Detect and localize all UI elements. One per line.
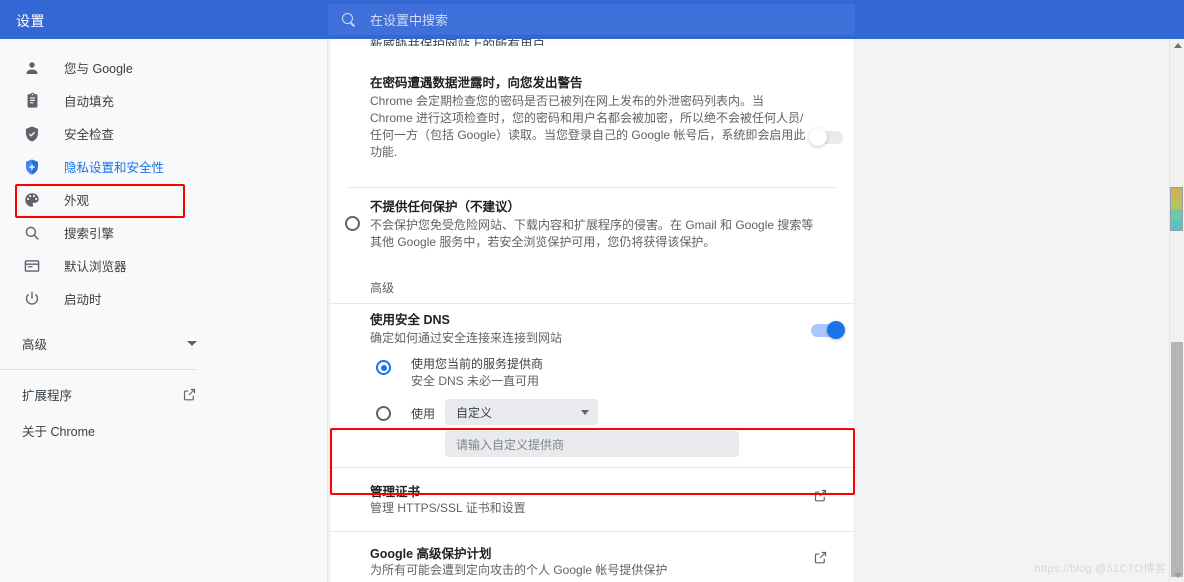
custom-provider-radio[interactable] (376, 406, 391, 421)
sidebar-item-search-engine[interactable]: 搜索引擎 (0, 216, 327, 249)
scroll-up-arrow-icon[interactable] (1174, 43, 1182, 48)
secure-dns-title: 使用安全 DNS (370, 313, 450, 327)
manage-certificates-desc: 管理 HTTPS/SSL 证书和设置 (370, 501, 526, 515)
sidebar-advanced-label: 高级 (22, 337, 48, 352)
search-icon (22, 223, 42, 243)
settings-card: 新威胁并保护网站上的所有用户。 在密码遭遇数据泄露时，向您发出警告 Chrome… (330, 39, 854, 582)
sidebar-item-default-browser[interactable]: 默认浏览器 (0, 249, 327, 282)
current-provider-radio[interactable] (376, 360, 391, 375)
shield-blue-icon (22, 157, 42, 177)
secure-dns-desc: 确定如何通过安全连接来连接到网站 (370, 331, 563, 345)
sidebar-item-label: 您与 Google (64, 62, 133, 76)
main-content: 新威胁并保护网站上的所有用户。 在密码遭遇数据泄露时，向您发出警告 Chrome… (328, 39, 1184, 582)
scrollbar-thumb[interactable] (1171, 342, 1183, 577)
divider (348, 187, 836, 188)
sidebar-item-on-startup[interactable]: 启动时 (0, 282, 327, 315)
sidebar-item-label: 搜索引擎 (64, 227, 115, 241)
manage-certificates-title: 管理证书 (370, 485, 421, 499)
external-link-icon[interactable] (813, 550, 828, 565)
no-protection-radio[interactable] (345, 216, 360, 231)
password-leak-toggle[interactable] (809, 128, 843, 146)
sidebar-nav: 您与 Google 自动填充 安全检查 隐私设置和安全性 外观 搜索引擎 默认浏… (0, 39, 327, 448)
sidebar-item-privacy-and-security[interactable]: 隐私设置和安全性 (0, 150, 327, 183)
person-icon (22, 58, 42, 78)
sidebar-item-label: 隐私设置和安全性 (64, 161, 165, 175)
chevron-down-icon (581, 409, 589, 415)
clipped-text: 新威胁并保护网站上的所有用户。 (370, 39, 558, 46)
password-leak-title: 在密码遭遇数据泄露时，向您发出警告 (370, 76, 583, 90)
sidebar-item-label: 自动填充 (64, 95, 115, 109)
current-provider-label: 使用您当前的服务提供商 (411, 357, 544, 371)
watermark: https://blog.@51CTO博客 (1034, 563, 1166, 575)
chevron-down-icon (187, 340, 197, 346)
window-scrollbar[interactable] (1169, 39, 1184, 582)
password-leak-desc: Chrome 会定期检查您的密码是否已被列在网上发布的外泄密码列表内。当 Chr… (370, 94, 806, 159)
search-input[interactable]: 在设置中搜索 (328, 4, 855, 35)
scrollbar-minimap-marker (1170, 187, 1183, 231)
shield-check-icon (22, 124, 42, 144)
search-placeholder: 在设置中搜索 (370, 13, 449, 28)
no-protection-title: 不提供任何保护（不建议） (370, 200, 521, 214)
title-bar: 设置 在设置中搜索 (0, 0, 1184, 39)
external-link-icon[interactable] (813, 488, 828, 503)
sidebar-item-about-chrome[interactable]: 关于 Chrome (0, 412, 327, 448)
divider (330, 467, 854, 468)
sidebar-item-appearance[interactable]: 外观 (0, 183, 327, 216)
row-manage-certificates[interactable]: 管理证书 管理 HTTPS/SSL 证书和设置 (330, 470, 854, 524)
sidebar-item-label: 默认浏览器 (64, 260, 127, 274)
palette-icon (22, 190, 42, 210)
custom-provider-select-value: 自定义 (456, 405, 493, 420)
sidebar-item-extensions[interactable]: 扩展程序 (0, 376, 327, 412)
sidebar-item-you-and-google[interactable]: 您与 Google (0, 51, 327, 84)
sidebar-item-label: 外观 (64, 194, 90, 208)
no-protection-desc: 不会保护您免受危险网站、下载内容和扩展程序的侵害。在 Gmail 和 Googl… (370, 218, 814, 249)
row-advanced-protection[interactable]: Google 高级保护计划 为所有可能会遭到定向攻击的个人 Google 帐号提… (330, 532, 854, 582)
sidebar-about-label: 关于 Chrome (22, 424, 95, 439)
sidebar-item-advanced[interactable]: 高级 (0, 323, 327, 363)
custom-provider-select[interactable]: 自定义 (445, 399, 598, 425)
page-title: 设置 (16, 13, 45, 29)
custom-provider-input[interactable]: 请输入自定义提供商 (445, 431, 739, 457)
advanced-protection-title: Google 高级保护计划 (370, 547, 492, 561)
sidebar-item-label: 启动时 (64, 293, 102, 307)
current-provider-desc: 安全 DNS 未必一直可用 (411, 374, 540, 388)
custom-provider-input-placeholder: 请输入自定义提供商 (456, 437, 565, 452)
sidebar: 您与 Google 自动填充 安全检查 隐私设置和安全性 外观 搜索引擎 默认浏… (0, 39, 328, 582)
power-icon (22, 289, 42, 309)
browser-window-icon (22, 256, 42, 276)
scroll-down-arrow-icon[interactable] (1174, 573, 1182, 578)
chrome-settings-window: 设置 在设置中搜索 您与 Google 自动填充 安全检查 隐私设置和安全性 外… (0, 0, 1184, 582)
advanced-protection-desc: 为所有可能会遭到定向攻击的个人 Google 帐号提供保护 (370, 563, 668, 577)
sidebar-item-autofill[interactable]: 自动填充 (0, 84, 327, 117)
sidebar-extensions-label: 扩展程序 (22, 388, 73, 403)
divider (330, 303, 854, 304)
sidebar-divider (0, 369, 196, 370)
sidebar-item-safety-check[interactable]: 安全检查 (0, 117, 327, 150)
advanced-section-header: 高级 (370, 281, 395, 295)
custom-provider-prefix-label: 使用 (411, 407, 436, 421)
external-link-icon (182, 387, 197, 402)
search-icon (341, 12, 357, 28)
sidebar-item-label: 安全检查 (64, 128, 115, 142)
clipboard-icon (22, 91, 42, 111)
secure-dns-toggle[interactable] (811, 321, 845, 339)
